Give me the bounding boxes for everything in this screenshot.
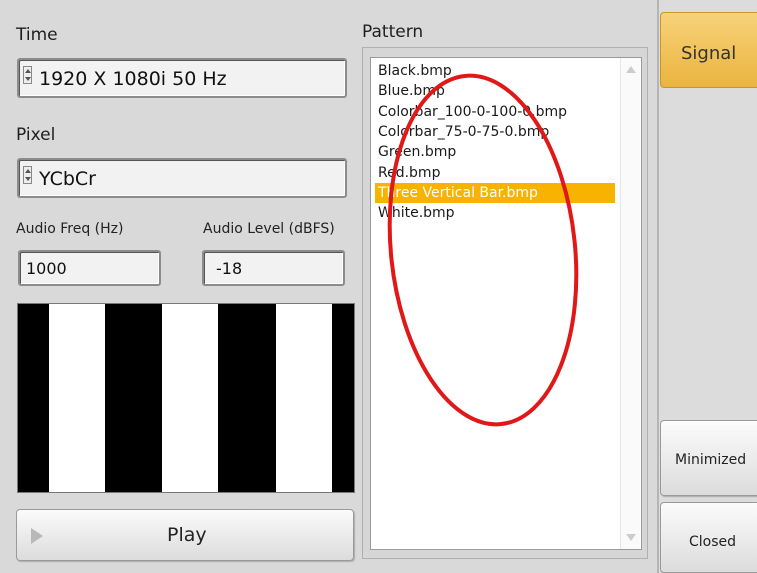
pattern-label: Pattern — [362, 22, 424, 42]
play-button-label: Play — [167, 524, 207, 546]
list-item[interactable]: Red.bmp — [378, 163, 440, 183]
audio-level-label: Audio Level (dBFS) — [203, 221, 335, 237]
signal-button-label: Signal — [681, 43, 737, 64]
preview-white-bar — [49, 304, 105, 492]
pattern-scrollbar[interactable] — [620, 58, 640, 549]
list-item[interactable]: White.bmp — [378, 203, 455, 223]
audio-level-value: -18 — [216, 259, 243, 278]
list-item[interactable]: Colorbar_75-0-75-0.bmp — [378, 122, 549, 142]
pixel-selector[interactable]: YCbCr — [17, 158, 347, 198]
pixel-value: YCbCr — [39, 168, 96, 190]
audio-freq-value: 1000 — [26, 259, 67, 278]
pattern-preview — [17, 303, 355, 493]
scroll-down-icon[interactable] — [626, 534, 636, 541]
audio-level-input[interactable]: -18 — [202, 250, 345, 286]
time-label: Time — [16, 25, 58, 45]
play-icon — [31, 528, 43, 544]
spinner-icon[interactable] — [23, 66, 32, 84]
pixel-label: Pixel — [16, 125, 56, 145]
minimized-button[interactable]: Minimized — [660, 420, 757, 496]
spinner-icon[interactable] — [23, 166, 32, 184]
list-item[interactable]: Colorbar_100-0-100-0.bmp — [378, 102, 567, 122]
list-item[interactable]: Black.bmp — [378, 61, 452, 81]
scroll-up-icon[interactable] — [626, 66, 636, 73]
closed-button[interactable]: Closed — [660, 502, 757, 573]
list-item[interactable]: Green.bmp — [378, 142, 456, 162]
minimized-button-label: Minimized — [675, 452, 747, 468]
list-item[interactable]: Blue.bmp — [378, 81, 445, 101]
preview-white-bar — [276, 304, 332, 492]
time-value: 1920 X 1080i 50 Hz — [39, 68, 227, 90]
play-button[interactable]: Play — [16, 509, 354, 561]
audio-freq-label: Audio Freq (Hz) — [16, 221, 124, 237]
time-selector[interactable]: 1920 X 1080i 50 Hz — [17, 58, 347, 98]
audio-freq-input[interactable]: 1000 — [18, 250, 161, 286]
list-item-selected[interactable]: Three Vertical Bar.bmp — [375, 182, 615, 203]
closed-button-label: Closed — [689, 534, 737, 550]
preview-white-bar — [162, 304, 218, 492]
signal-button[interactable]: Signal — [660, 12, 757, 88]
